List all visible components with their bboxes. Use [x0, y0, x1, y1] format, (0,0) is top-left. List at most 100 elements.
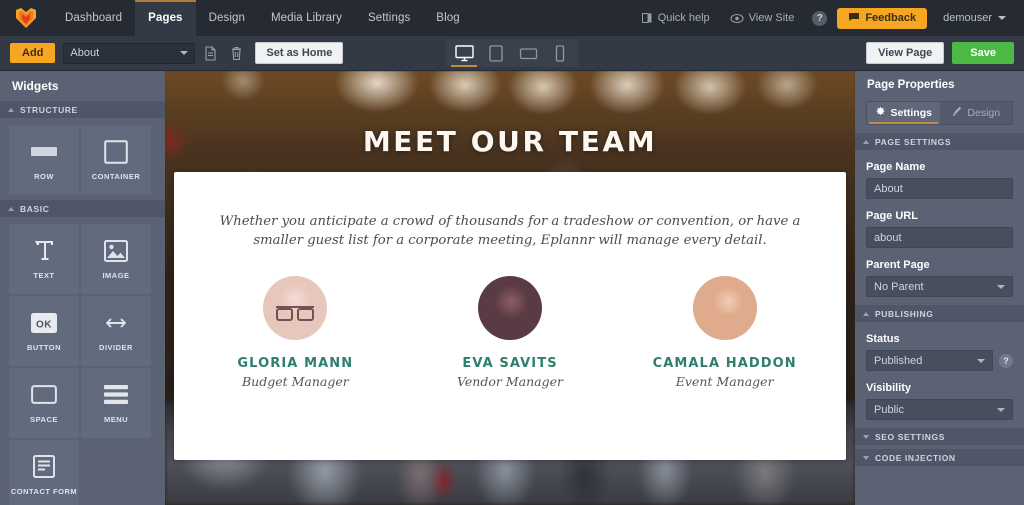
field-page-url: Page URL: [855, 210, 1024, 248]
team-member-role: Event Manager: [675, 374, 774, 390]
quick-help-label: Quick help: [657, 12, 710, 24]
section-label: PUBLISHING: [875, 308, 934, 319]
widget-row[interactable]: ROW: [9, 125, 79, 195]
tab-label: Design: [967, 107, 1001, 119]
device-preview-group: [446, 39, 578, 67]
widget-space[interactable]: SPACE: [9, 368, 79, 438]
topnav-item-design[interactable]: Design: [196, 0, 258, 36]
topnav-item-pages[interactable]: Pages: [135, 0, 196, 36]
topnav-item-settings[interactable]: Settings: [355, 0, 423, 36]
quick-help-button[interactable]: Quick help: [633, 0, 718, 36]
view-page-button[interactable]: View Page: [866, 42, 945, 64]
page-selector-value: About: [70, 47, 100, 59]
topnav-label: Design: [208, 12, 245, 24]
topnav-item-blog[interactable]: Blog: [423, 0, 472, 36]
team-member[interactable]: CAMALA HADDON Event Manager: [617, 276, 832, 389]
parent-page-select[interactable]: No Parent: [866, 276, 1013, 297]
widget-label: CONTAINER: [91, 171, 141, 181]
topnav-label: Pages: [148, 12, 183, 24]
status-select[interactable]: Published: [866, 350, 993, 371]
section-label: SEO SETTINGS: [875, 431, 946, 442]
page-name-input[interactable]: [866, 178, 1013, 199]
device-tablet-landscape-icon[interactable]: [512, 39, 544, 67]
visibility-value: Public: [874, 403, 904, 416]
status-help-icon[interactable]: ?: [999, 353, 1013, 368]
team-member-name: EVA SAVITS: [462, 356, 558, 372]
duplicate-page-icon[interactable]: [199, 40, 221, 66]
chevron-down-icon: [863, 434, 869, 439]
glasses-detail: [276, 306, 315, 322]
hero-title[interactable]: MEET OUR TEAM: [165, 125, 855, 158]
visibility-label: Visibility: [866, 382, 912, 394]
team-members-row: GLORIA MANN Budget Manager EVA SAVITS Ve…: [174, 276, 846, 389]
device-desktop-icon[interactable]: [448, 39, 480, 67]
container-icon: [104, 139, 128, 164]
top-bar-right: Quick help View Site ? Feedback demouser: [633, 0, 1024, 36]
widget-label: DIVIDER: [99, 342, 133, 352]
view-site-button[interactable]: View Site: [722, 0, 803, 36]
topnav-label: Settings: [367, 12, 411, 24]
chevron-down-icon: [997, 407, 1005, 412]
widget-image[interactable]: IMAGE: [81, 224, 151, 294]
team-member-role: Vendor Manager: [457, 374, 563, 390]
section-page-settings[interactable]: PAGE SETTINGS: [855, 133, 1024, 150]
page-url-input[interactable]: [866, 227, 1013, 248]
divider-icon: [102, 311, 130, 335]
help-icon[interactable]: ?: [812, 10, 828, 26]
field-visibility: Visibility Public: [855, 382, 1024, 420]
row-icon: [31, 140, 57, 164]
add-button[interactable]: Add: [10, 43, 56, 63]
section-publishing[interactable]: PUBLISHING: [855, 305, 1024, 322]
heart-logo-icon[interactable]: [0, 0, 52, 36]
page-properties-title: Page Properties: [867, 78, 955, 91]
team-member[interactable]: EVA SAVITS Vendor Manager: [403, 276, 618, 389]
tab-design[interactable]: Design: [940, 102, 1013, 124]
widget-menu[interactable]: MENU: [81, 368, 151, 438]
topnav-item-media-library[interactable]: Media Library: [258, 0, 355, 36]
widget-divider[interactable]: DIVIDER: [81, 296, 151, 366]
set-as-home-button[interactable]: Set as Home: [255, 42, 344, 64]
widgets-section-structure[interactable]: STRUCTURE: [0, 101, 165, 118]
feedback-button[interactable]: Feedback: [837, 7, 928, 29]
widget-button[interactable]: OK BUTTON: [9, 296, 79, 366]
eye-icon: [730, 13, 744, 24]
page-url-label: Page URL: [866, 210, 918, 222]
device-tablet-portrait-icon[interactable]: [480, 39, 512, 67]
widgets-section-basic[interactable]: BASIC: [0, 200, 165, 217]
widget-contact-form[interactable]: CONTACT FORM: [9, 440, 79, 505]
team-intro-text[interactable]: Whether you anticipate a crowd of thousa…: [216, 212, 804, 250]
svg-text:OK: OK: [36, 319, 52, 330]
section-code-injection[interactable]: CODE INJECTION: [855, 449, 1024, 466]
save-button[interactable]: Save: [952, 42, 1014, 64]
section-label: PAGE SETTINGS: [875, 136, 952, 147]
page-canvas[interactable]: MEET OUR TEAM Whether you anticipate a c…: [165, 71, 855, 505]
section-label: BASIC: [20, 203, 50, 214]
visibility-select[interactable]: Public: [866, 399, 1013, 420]
widget-container[interactable]: CONTAINER: [81, 125, 151, 195]
topnav-item-dashboard[interactable]: Dashboard: [52, 0, 135, 36]
parent-page-value: No Parent: [874, 280, 924, 293]
topnav-label: Media Library: [270, 12, 342, 24]
avatar-camala-haddon: [692, 276, 757, 341]
status-label: Status: [866, 333, 900, 345]
field-status: Status Published ?: [855, 333, 1024, 371]
widget-label: MENU: [103, 414, 129, 424]
menu-icon: [104, 383, 128, 407]
page-selector-dropdown[interactable]: About: [63, 42, 196, 64]
widget-text[interactable]: TEXT: [9, 224, 79, 294]
device-mobile-icon[interactable]: [544, 39, 576, 67]
app-root: Dashboard Pages Design Media Library Set…: [0, 0, 1024, 505]
top-bar: Dashboard Pages Design Media Library Set…: [0, 0, 1024, 36]
trash-icon[interactable]: [225, 40, 247, 66]
user-menu[interactable]: demouser: [931, 12, 1014, 24]
team-card[interactable]: Whether you anticipate a crowd of thousa…: [174, 172, 846, 460]
chevron-down-icon: [998, 16, 1006, 20]
toolbar-actions: View Page Save: [866, 42, 1014, 64]
feedback-label: Feedback: [865, 12, 917, 24]
field-parent-page: Parent Page No Parent: [855, 259, 1024, 297]
team-member[interactable]: GLORIA MANN Budget Manager: [188, 276, 403, 389]
chevron-up-icon: [8, 206, 14, 211]
chevron-down-icon: [180, 51, 189, 55]
tab-settings[interactable]: Settings: [867, 102, 940, 124]
section-seo-settings[interactable]: SEO SETTINGS: [855, 428, 1024, 445]
